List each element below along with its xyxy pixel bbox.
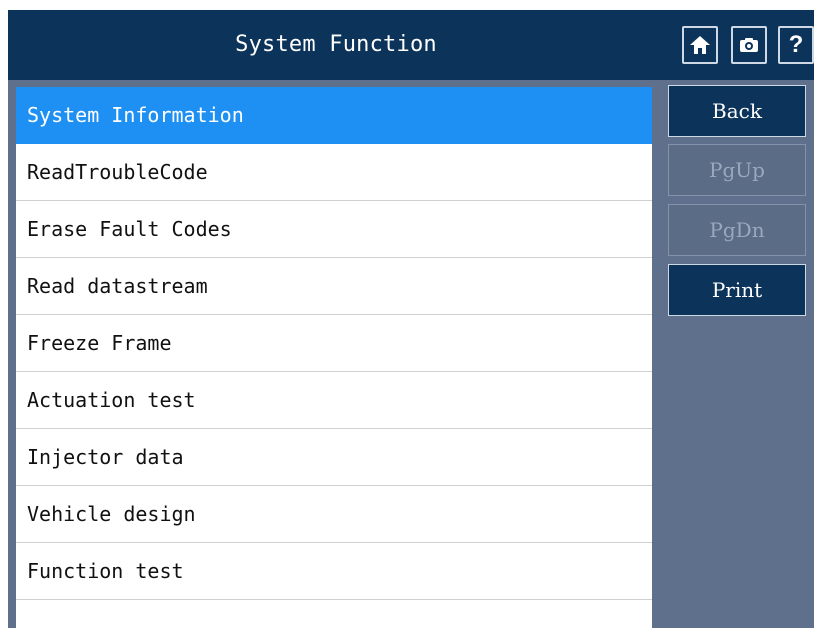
list-item[interactable]: Function test — [16, 543, 652, 600]
print-button[interactable]: Print — [668, 264, 806, 316]
list-item[interactable]: Freeze Frame — [16, 315, 652, 372]
title-bar: System Function ? — [8, 10, 814, 80]
list-item[interactable]: Read datastream — [16, 258, 652, 315]
list-item[interactable]: Vehicle design — [16, 486, 652, 543]
page-title: System Function — [235, 32, 437, 57]
help-icon: ? — [788, 31, 804, 58]
home-icon — [689, 35, 711, 55]
list-item[interactable]: Actuation test — [16, 372, 652, 429]
camera-icon — [738, 36, 760, 54]
main-panel: System Information ReadTroubleCode Erase… — [8, 80, 814, 628]
list-item[interactable]: System Information — [16, 87, 652, 144]
page-down-button[interactable]: PgDn — [668, 204, 806, 256]
help-button[interactable]: ? — [778, 26, 814, 64]
page-up-button[interactable]: PgUp — [668, 144, 806, 196]
function-list: System Information ReadTroubleCode Erase… — [16, 87, 652, 628]
list-item[interactable]: Injector data — [16, 429, 652, 486]
screenshot-button[interactable] — [731, 26, 767, 64]
back-button[interactable]: Back — [668, 85, 806, 137]
home-button[interactable] — [682, 26, 718, 64]
list-item[interactable]: Erase Fault Codes — [16, 201, 652, 258]
list-item[interactable]: ReadTroubleCode — [16, 144, 652, 201]
